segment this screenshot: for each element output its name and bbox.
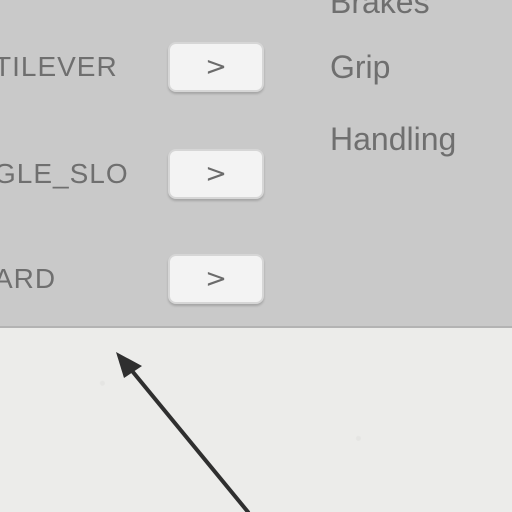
row-1-go-button[interactable]: > — [168, 42, 264, 92]
arrow-pointer-icon — [116, 352, 250, 512]
row-label-3: ARD — [0, 263, 57, 294]
label-grip: Grip — [330, 49, 391, 85]
row-2-go-button[interactable]: > — [168, 149, 264, 199]
options-panel: Brakes TILEVER > Grip Handling GLE_SLO >… — [0, 0, 512, 328]
label-brakes: Brakes — [330, 0, 430, 20]
row-label-2: GLE_SLO — [0, 158, 129, 189]
label-handling: Handling — [330, 121, 457, 157]
row-label-1: TILEVER — [0, 51, 118, 82]
row-3-go-button[interactable]: > — [168, 254, 264, 304]
